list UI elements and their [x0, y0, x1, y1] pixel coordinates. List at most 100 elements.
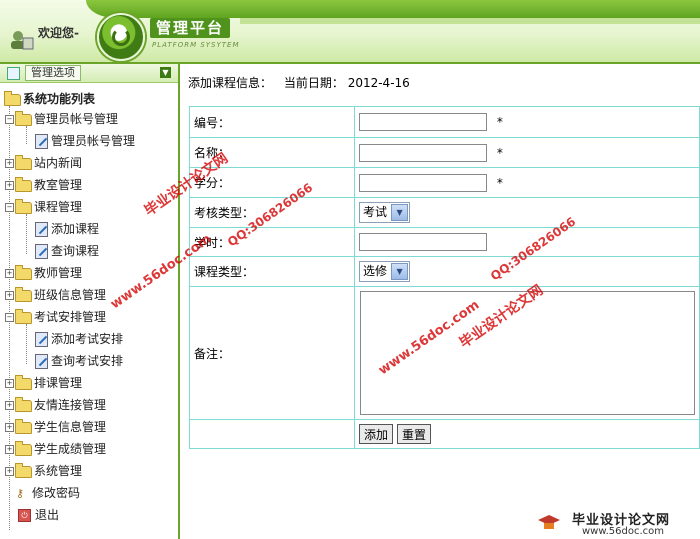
hours-input[interactable]: [359, 233, 487, 251]
sidebar-item-student-info[interactable]: + 学生信息管理: [5, 418, 106, 436]
sidebar-item-add-course[interactable]: 添加课程: [35, 220, 99, 238]
sidebar-item-add-exam[interactable]: 添加考试安排: [35, 330, 123, 348]
date-label: 当前日期：: [283, 76, 344, 90]
sidebar-item-system[interactable]: + 系统管理: [5, 462, 82, 480]
actions-cell: 添加 重置: [354, 419, 700, 449]
page-edit-icon: [35, 244, 48, 259]
required-mark: *: [496, 145, 503, 160]
sidebar-item-classroom[interactable]: + 教室管理: [5, 176, 82, 194]
sidebar-item-label: 管理员帐号管理: [51, 134, 136, 148]
sidebar-item-label: 系统管理: [34, 464, 83, 478]
platform-subtitle: PLATFORM SYSYTEM: [152, 41, 240, 49]
chevron-down-icon[interactable]: ▼: [391, 204, 409, 221]
page-info-line: 添加课程信息： 当前日期： 2012-4-16: [188, 74, 410, 91]
sidebar-item-query-exam[interactable]: 查询考试安排: [35, 352, 123, 370]
sidebar-item-teacher[interactable]: + 教师管理: [5, 264, 82, 282]
header-banner: 欢迎您- 管理平台 PLATFORM SYSYTEM: [0, 0, 700, 64]
folder-icon: [15, 374, 32, 390]
form-row-exam-type: 考核类型： 考试 ▼: [189, 197, 700, 228]
exam-type-select[interactable]: 考试 ▼: [359, 202, 411, 223]
folder-icon: [15, 462, 32, 478]
user-icon: [11, 31, 34, 50]
exit-icon: ⏻: [18, 509, 31, 522]
code-input[interactable]: [359, 113, 487, 131]
course-type-select[interactable]: 选修 ▼: [359, 261, 411, 282]
header-wave-decoration: [86, 0, 700, 18]
folder-icon: [15, 110, 32, 126]
expand-plus-icon: +: [5, 401, 14, 410]
hours-cell: [354, 227, 700, 257]
form-row-name: 名称： *: [189, 137, 700, 168]
page-edit-icon: [35, 134, 48, 149]
folder-icon: [15, 286, 32, 302]
sidebar-item-label: 添加考试安排: [51, 332, 124, 346]
tree-root-label: 系统功能列表: [23, 92, 96, 106]
sidebar-item-label: 查询课程: [51, 244, 100, 258]
form-row-course-type: 课程类型： 选修 ▼: [189, 256, 700, 287]
platform-title: 管理平台: [150, 18, 230, 38]
name-input[interactable]: [359, 143, 487, 162]
page-title: 添加课程信息：: [188, 76, 273, 90]
add-course-form: 编号： * 名称： * 学分： * 考核类型： 考试 ▼ 学时： 课程类型： 选…: [189, 106, 700, 449]
sidebar-item-admin-account-manage[interactable]: 管理员帐号管理: [35, 132, 135, 150]
sidebar-item-change-password[interactable]: ⚷ 修改密码: [16, 484, 80, 502]
welcome-text: 欢迎您-: [38, 26, 79, 40]
date-value: 2012-4-16: [347, 76, 410, 90]
sidebar-item-label: 修改密码: [32, 486, 81, 500]
remark-textarea[interactable]: [360, 291, 695, 415]
sidebar-tab-admin-options[interactable]: 管理选项: [25, 65, 81, 81]
collapse-down-icon[interactable]: ▼: [160, 67, 171, 78]
sidebar-item-friend-links[interactable]: + 友情连接管理: [5, 396, 106, 414]
hours-label: 学时：: [189, 227, 355, 257]
expand-plus-icon: +: [5, 467, 14, 476]
collapse-minus-icon: −: [5, 203, 14, 212]
remark-label: 备注：: [189, 286, 355, 420]
sidebar: 管理选项 ▼ 系统功能列表 − 管理员帐号管理 管理员帐号管理 + 站内新闻 + 教室…: [0, 64, 180, 539]
main-content: 添加课程信息： 当前日期： 2012-4-16 编号： * 名称： * 学分： …: [180, 64, 700, 539]
remark-cell: [354, 286, 700, 420]
folder-icon: [15, 176, 32, 192]
form-row-code: 编号： *: [189, 106, 700, 138]
expand-plus-icon: +: [5, 159, 14, 168]
sidebar-item-query-course[interactable]: 查询课程: [35, 242, 99, 260]
sidebar-item-label: 班级信息管理: [34, 288, 107, 302]
collapse-minus-icon: −: [5, 115, 14, 124]
page-edit-icon: [35, 354, 48, 369]
sidebar-item-site-news[interactable]: + 站内新闻: [5, 154, 82, 172]
header-stripe-decoration: [240, 18, 700, 24]
footer-watermark-badge: 毕业设计论文网 www.56doc.com: [530, 506, 700, 539]
credit-input[interactable]: [359, 173, 487, 192]
sidebar-item-label: 学生信息管理: [34, 420, 107, 434]
page-edit-icon: [35, 332, 48, 347]
folder-icon: [15, 418, 32, 434]
add-button[interactable]: 添加: [359, 424, 394, 444]
form-row-remark: 备注：: [189, 286, 700, 420]
sidebar-item-admin-account[interactable]: − 管理员帐号管理: [5, 110, 118, 128]
name-cell: *: [354, 137, 700, 168]
sidebar-item-student-grades[interactable]: + 学生成绩管理: [5, 440, 106, 458]
expand-plus-icon: +: [5, 379, 14, 388]
folder-open-icon: [4, 90, 21, 106]
chevron-down-icon[interactable]: ▼: [391, 263, 409, 280]
reset-button[interactable]: 重置: [397, 424, 432, 444]
sidebar-item-label: 友情连接管理: [34, 398, 107, 412]
sidebar-item-label: 教师管理: [34, 266, 83, 280]
sidebar-item-logout[interactable]: ⏻ 退出: [18, 506, 59, 524]
sidebar-item-scheduling[interactable]: + 排课管理: [5, 374, 82, 392]
sidebar-item-exam-schedule[interactable]: − 考试安排管理: [5, 308, 106, 326]
sidebar-item-label: 管理员帐号管理: [34, 112, 119, 126]
sidebar-item-course[interactable]: − 课程管理: [5, 198, 82, 216]
folder-icon: [15, 308, 32, 324]
expand-plus-icon: +: [5, 423, 14, 432]
sidebar-item-label: 学生成绩管理: [34, 442, 107, 456]
code-label: 编号：: [189, 106, 355, 138]
graduation-cap-icon: [538, 515, 560, 529]
form-row-credit: 学分： *: [189, 167, 700, 198]
folder-icon: [15, 264, 32, 280]
exam-type-value: 考试: [363, 205, 388, 219]
tree-root[interactable]: 系统功能列表: [4, 90, 95, 108]
course-type-cell: 选修 ▼: [354, 256, 700, 287]
sidebar-item-class-info[interactable]: + 班级信息管理: [5, 286, 106, 304]
sidebar-item-label: 站内新闻: [34, 156, 83, 170]
sidebar-item-label: 课程管理: [34, 200, 83, 214]
